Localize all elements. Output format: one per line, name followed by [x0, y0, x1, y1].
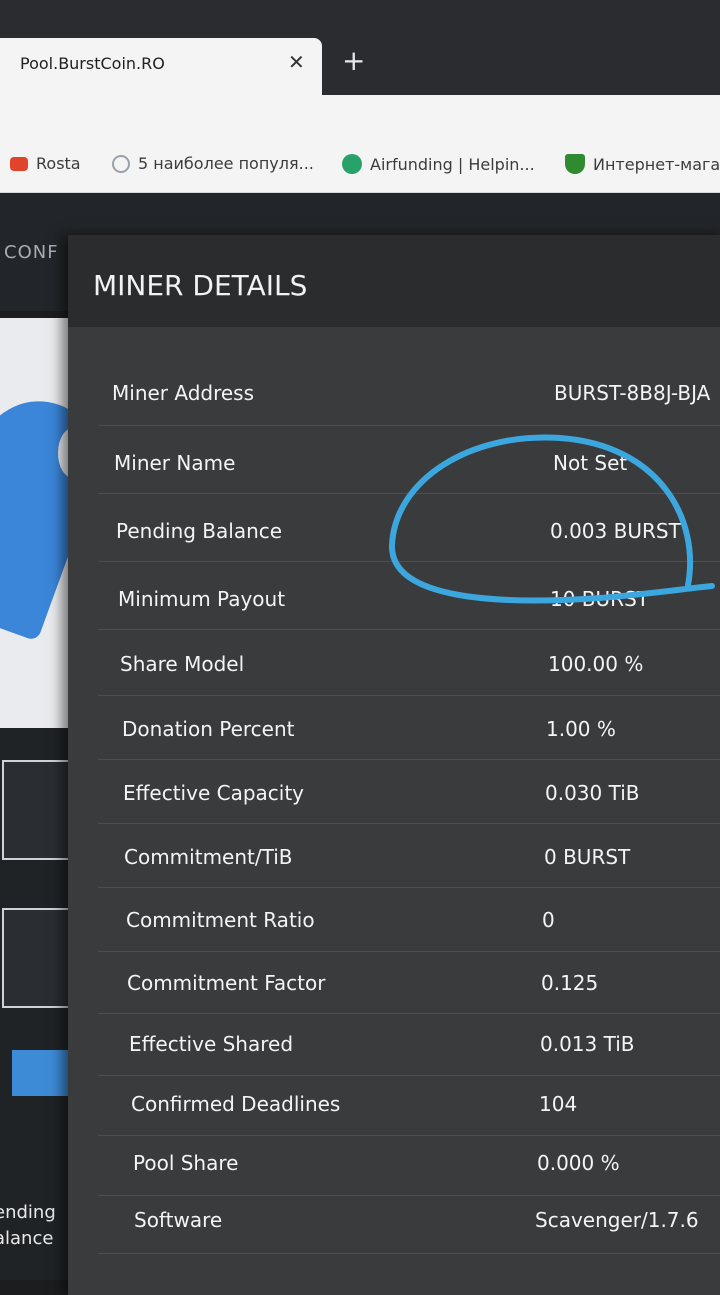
bookmark-internet-shop[interactable]: Интернет-мага [565, 154, 720, 174]
bookmark-label: Airfunding | Helpin... [370, 154, 535, 174]
row-value: 100.00 % [548, 652, 644, 676]
detail-row-pending-balance: Pending Balance 0.003 BURST [98, 497, 720, 562]
modal-header: MINER DETAILS [68, 235, 720, 327]
row-value: 10 BURST [550, 587, 649, 611]
detail-row-minimum-payout: Minimum Payout 10 BURST [98, 565, 720, 630]
browser-toolbar [0, 95, 720, 140]
row-value: 1.00 % [546, 717, 616, 741]
rosta-icon [10, 156, 28, 171]
globe-icon [342, 154, 362, 174]
close-icon[interactable]: ✕ [288, 50, 305, 74]
row-value: 0.003 BURST [550, 519, 681, 543]
modal-title: MINER DETAILS [93, 269, 308, 302]
detail-row-effective-capacity: Effective Capacity 0.030 TiB [98, 759, 720, 824]
row-value: 0 BURST [544, 845, 631, 869]
row-label: Effective Capacity [123, 781, 305, 805]
detail-row-miner-address: Miner Address BURST-8B8J-BJA [98, 361, 720, 426]
row-label: Commitment Factor [127, 971, 326, 995]
detail-row-donation-percent: Donation Percent 1.00 % [98, 695, 720, 760]
pending-line2: alance [0, 1228, 54, 1249]
bookmark-label: 5 наиболее популя... [138, 154, 314, 173]
detail-row-commitment-tib: Commitment/TiB 0 BURST [98, 823, 720, 888]
detail-row-commitment-factor: Commitment Factor 0.125 [98, 949, 720, 1014]
pending-balance-label: ending alance [0, 1200, 56, 1252]
detail-row-effective-shared: Effective Shared 0.013 TiB [98, 1011, 720, 1076]
detail-row-miner-name: Miner Name Not Set [98, 429, 720, 494]
row-value: Not Set [553, 451, 628, 475]
bookmark-label: Rosta [36, 154, 81, 173]
shield-icon [565, 154, 585, 174]
row-value: 0.125 [541, 971, 599, 995]
bookmark-5-popular[interactable]: 5 наиболее популя... [112, 154, 314, 173]
row-label: Donation Percent [122, 717, 295, 741]
bookmark-rosta[interactable]: Rosta [10, 154, 81, 173]
new-tab-button[interactable]: + [342, 44, 365, 77]
detail-row-software: Software Scavenger/1.7.6 [98, 1189, 720, 1254]
row-label: Software [134, 1208, 223, 1232]
row-label: Effective Shared [129, 1032, 294, 1056]
row-value: 0.013 TiB [540, 1032, 635, 1056]
detail-row-pool-share: Pool Share 0.000 % [98, 1131, 720, 1196]
bookmark-label: Интернет-мага [593, 154, 720, 174]
pending-line1: ending [0, 1202, 56, 1223]
detail-row-commitment-ratio: Commitment Ratio 0 [98, 887, 720, 952]
row-label: Minimum Payout [118, 587, 286, 611]
row-value: 0.000 % [537, 1151, 620, 1175]
row-value: 104 [539, 1092, 578, 1116]
detail-row-share-model: Share Model 100.00 % [98, 631, 720, 696]
detail-row-confirmed-deadlines: Confirmed Deadlines 104 [98, 1071, 720, 1136]
row-label: Pending Balance [116, 519, 283, 543]
bookmark-airfunding[interactable]: Airfunding | Helpin... [342, 154, 535, 174]
row-label: Commitment Ratio [126, 908, 315, 932]
row-value: Scavenger/1.7.6 [535, 1208, 699, 1232]
browser-tab-strip: Pool.BurstCoin.RO ✕ + [0, 0, 720, 95]
row-label: Share Model [120, 652, 245, 676]
row-value: BURST-8B8J-BJA [554, 381, 711, 405]
nav-conf-link[interactable]: CONF [4, 242, 59, 263]
row-label: Commitment/TiB [124, 845, 293, 869]
row-value: 0.030 TiB [545, 781, 640, 805]
row-label: Miner Address [112, 381, 255, 405]
row-label: Miner Name [114, 451, 236, 475]
row-value: 0 [542, 908, 555, 932]
network-icon [112, 154, 130, 173]
bookmarks-bar: Rosta 5 наиболее популя... Airfunding | … [0, 140, 720, 193]
miner-details-modal: MINER DETAILS Miner Address BURST-8B8J-B… [68, 235, 720, 1295]
row-label: Confirmed Deadlines [131, 1092, 341, 1116]
browser-tab[interactable]: Pool.BurstCoin.RO ✕ [0, 38, 322, 95]
tab-title: Pool.BurstCoin.RO [20, 54, 165, 73]
row-label: Pool Share [133, 1151, 239, 1175]
